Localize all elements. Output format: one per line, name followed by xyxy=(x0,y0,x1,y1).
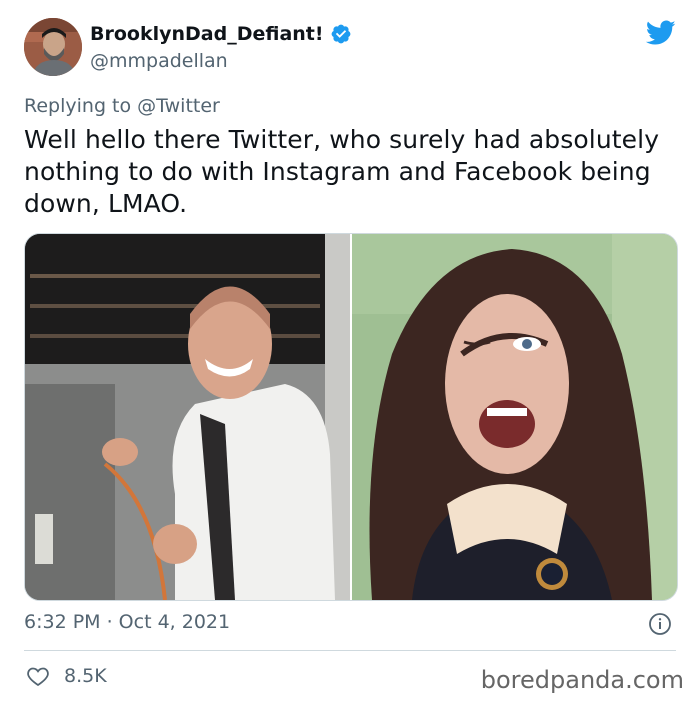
twitter-bird-icon[interactable] xyxy=(646,20,676,46)
media-image-left[interactable] xyxy=(25,234,350,600)
tweet-card: BrooklynDad_Defiant! @mmpadellan Replyin… xyxy=(0,0,700,703)
tweet-timestamp[interactable]: 6:32 PM · Oct 4, 2021 xyxy=(24,611,230,633)
verified-badge-icon xyxy=(331,24,350,44)
display-name[interactable]: BrooklynDad_Defiant! xyxy=(90,22,352,46)
like-count: 8.5K xyxy=(64,665,107,687)
tweet-media[interactable] xyxy=(24,233,678,601)
heart-icon[interactable] xyxy=(26,664,50,688)
info-icon[interactable] xyxy=(648,612,672,636)
replying-to: Replying to @Twitter xyxy=(24,95,220,117)
user-handle[interactable]: @mmpadellan xyxy=(90,49,352,73)
replying-prefix: Replying to xyxy=(24,95,132,117)
replying-target-link[interactable]: @Twitter xyxy=(137,95,220,117)
divider xyxy=(24,650,676,651)
watermark: boredpanda.com xyxy=(480,666,684,694)
user-info: BrooklynDad_Defiant! @mmpadellan xyxy=(90,22,352,73)
media-image-right[interactable] xyxy=(352,234,677,600)
like-action[interactable]: 8.5K xyxy=(26,664,107,688)
tweet-text: Well hello there Twitter, who surely had… xyxy=(24,125,660,218)
display-name-text[interactable]: BrooklynDad_Defiant! xyxy=(90,22,324,46)
avatar[interactable] xyxy=(24,18,82,76)
